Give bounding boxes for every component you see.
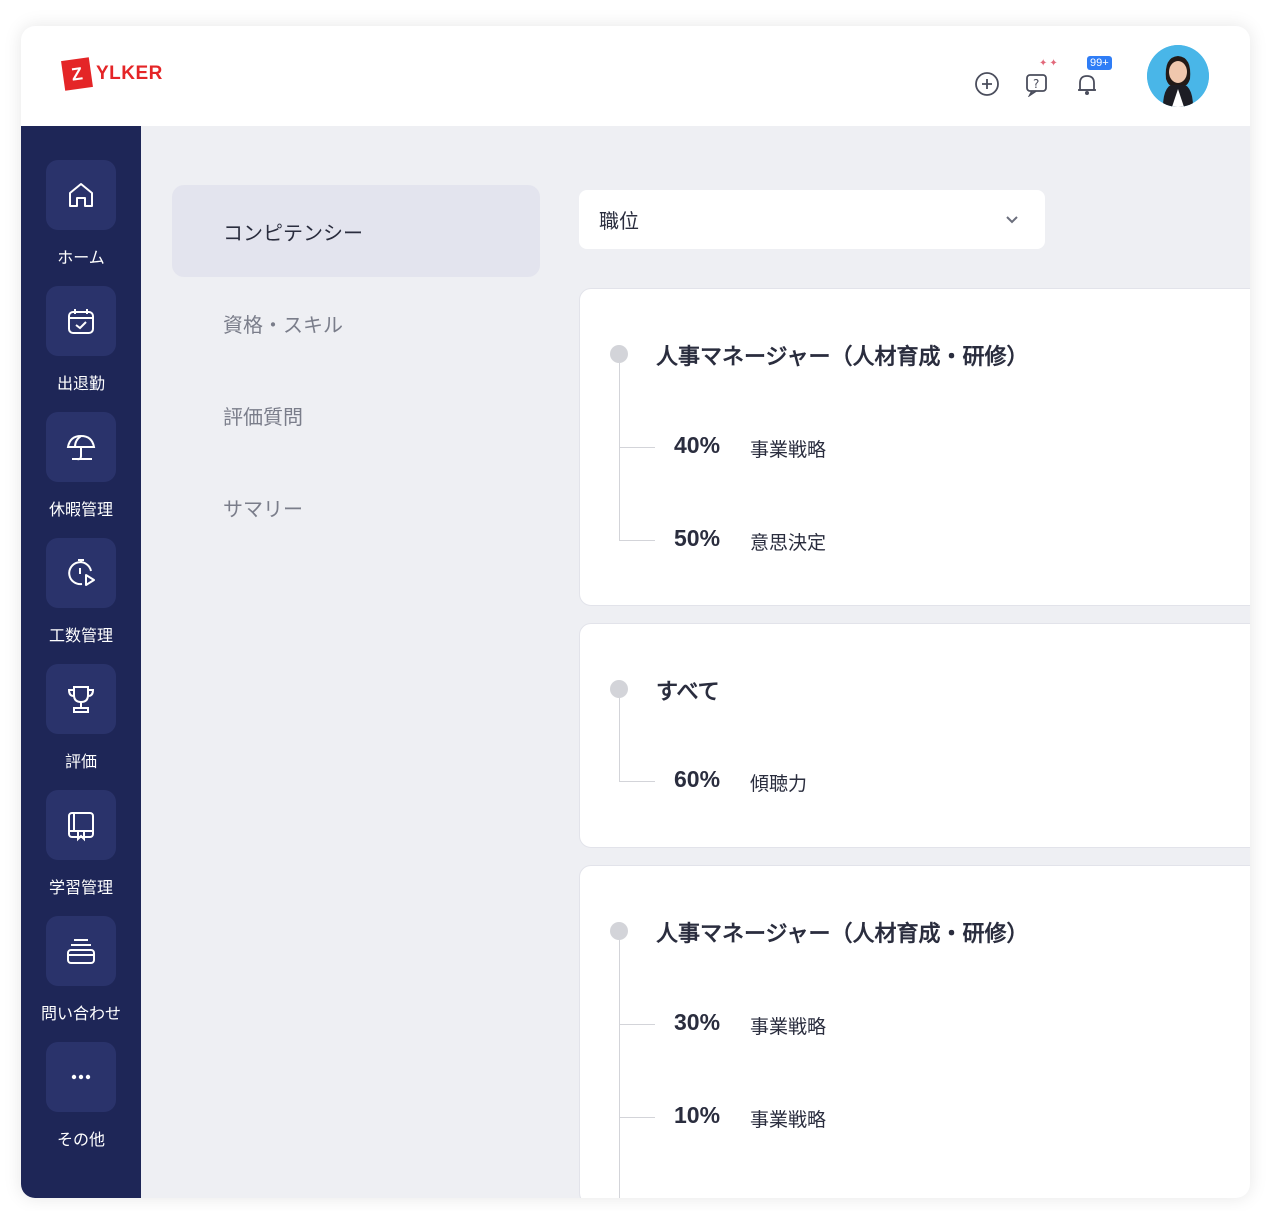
tree-line — [619, 698, 620, 782]
tree-branch — [619, 447, 655, 448]
svg-text:?: ? — [1033, 77, 1039, 91]
calendar-check-icon — [68, 309, 94, 334]
help-sparkle-icon[interactable]: ? ✦✦ — [1021, 58, 1058, 100]
tree-line — [619, 363, 620, 541]
tree-branch — [619, 540, 655, 541]
tree-branch — [619, 781, 655, 782]
card-title: 人事マネージャー（人材育成・研修） — [656, 922, 1029, 947]
competency-card[interactable]: 人事マネージャー（人材育成・研修） 40% 事業戦略 50% 意思決定 — [579, 288, 1250, 606]
chevron-down-icon — [1006, 216, 1018, 224]
submenu-item-summary[interactable]: サマリー — [172, 461, 540, 553]
sidebar-item-leave[interactable]: 休暇管理 — [21, 412, 141, 520]
tree-dot — [610, 680, 628, 698]
nav-tile — [46, 538, 116, 608]
sidebar-item-label: 休暇管理 — [48, 500, 113, 519]
bell-icon[interactable]: 99+ — [1071, 56, 1112, 100]
home-icon — [69, 183, 93, 207]
competency-card[interactable]: 人事マネージャー（人材育成・研修） 30% 事業戦略 10% 事業戦略 — [579, 865, 1250, 1198]
tree-dot — [610, 345, 628, 363]
weight-percent: 60% — [674, 766, 721, 792]
trophy-icon — [67, 686, 95, 713]
nav-tile — [46, 790, 116, 860]
nav-tile — [46, 916, 116, 986]
tree-branch — [619, 1117, 655, 1118]
add-circle-icon[interactable] — [971, 68, 1003, 100]
top-bar: Z YLKER ? ✦✦ 99+ — [21, 26, 1250, 126]
sidebar-item-home[interactable]: ホーム — [21, 160, 141, 268]
book-icon — [68, 812, 94, 842]
sidebar-item-label: 出退勤 — [56, 374, 105, 393]
dropdown-value: 職位 — [599, 209, 639, 233]
competency-label: 意思決定 — [750, 532, 827, 554]
notification-badge: 99+ — [1087, 56, 1112, 70]
submenu-item-skills[interactable]: 資格・スキル — [172, 277, 540, 369]
weight-percent: 10% — [674, 1102, 721, 1128]
competency-label: 傾聴力 — [750, 773, 808, 795]
logo-mark: Z — [61, 57, 93, 91]
nav-tile — [46, 412, 116, 482]
app-window: Z YLKER ? ✦✦ 99+ ホーム 出退勤 休暇管理 工数管理 評価 学習… — [21, 26, 1250, 1198]
competency-card[interactable]: すべて 60% 傾聴力 — [579, 623, 1250, 848]
submenu-item-competency[interactable]: コンピテンシー — [172, 185, 540, 277]
sidebar-item-performance[interactable]: 評価 — [21, 664, 141, 772]
nav-tile — [46, 160, 116, 230]
weight-percent: 40% — [674, 432, 721, 458]
position-dropdown[interactable]: 職位 — [579, 190, 1045, 249]
sidebar-item-label: ホーム — [57, 248, 105, 267]
sidebar-item-more[interactable]: その他 — [21, 1042, 141, 1150]
card-title: すべて — [656, 680, 720, 705]
logo-text: YLKER — [96, 63, 163, 84]
more-icon — [71, 1074, 91, 1080]
zylker-logo[interactable]: Z YLKER — [61, 57, 163, 91]
competency-label: 事業戦略 — [750, 439, 827, 461]
nav-tile — [46, 1042, 116, 1112]
umbrella-icon — [66, 434, 96, 461]
sidebar-item-learning[interactable]: 学習管理 — [21, 790, 141, 898]
sidebar-item-label: 学習管理 — [48, 878, 113, 897]
sidebar-item-label: 評価 — [64, 752, 97, 771]
nav-tile — [46, 664, 116, 734]
card-title: 人事マネージャー（人材育成・研修） — [656, 345, 1029, 370]
weight-percent: 30% — [674, 1009, 721, 1035]
sidebar-item-label: 工数管理 — [48, 626, 113, 645]
competency-label: 事業戦略 — [750, 1016, 827, 1038]
sparkle-icon: ✦✦ — [1039, 58, 1060, 69]
user-avatar[interactable] — [1147, 45, 1209, 107]
nav-tile — [46, 286, 116, 356]
sidebar-item-label: その他 — [56, 1130, 105, 1149]
tree-line — [619, 940, 620, 1198]
sidebar: ホーム 出退勤 休暇管理 工数管理 評価 学習管理 問い合わせ その他 — [21, 126, 141, 1198]
tree-branch — [619, 1024, 655, 1025]
submenu-item-questions[interactable]: 評価質問 — [172, 369, 540, 461]
weight-percent: 50% — [674, 525, 721, 551]
sidebar-item-attendance[interactable]: 出退勤 — [21, 286, 141, 394]
tree-dot — [610, 922, 628, 940]
settings-submenu: コンピテンシー 資格・スキル 評価質問 サマリー — [172, 185, 540, 553]
competency-label: 事業戦略 — [750, 1109, 827, 1131]
sidebar-item-inquiry[interactable]: 問い合わせ — [21, 916, 141, 1024]
sidebar-item-label: 問い合わせ — [40, 1004, 121, 1023]
sidebar-item-timesheet[interactable]: 工数管理 — [21, 538, 141, 646]
tray-icon — [67, 939, 95, 964]
timer-icon — [68, 559, 95, 586]
header-actions: ? ✦✦ 99+ — [971, 56, 1121, 100]
